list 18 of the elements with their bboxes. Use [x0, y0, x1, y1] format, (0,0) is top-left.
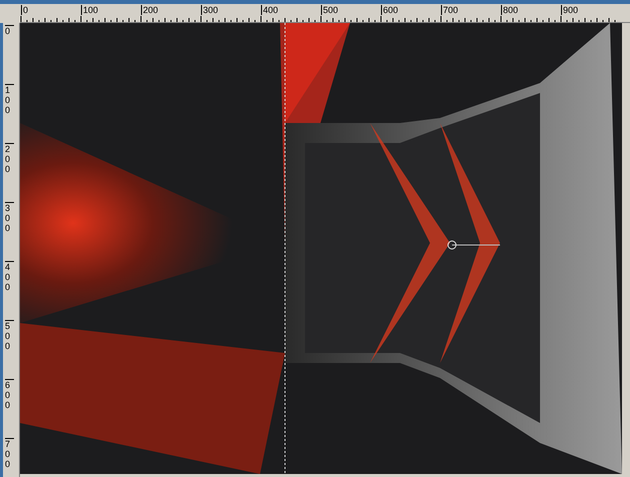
ruler-label: 500: [321, 5, 338, 15]
ruler-label: 300: [201, 5, 218, 15]
ruler-label: 900: [561, 5, 578, 15]
ruler-label: 800: [501, 5, 518, 15]
ruler-label: 700: [5, 438, 14, 469]
ruler-label: 200: [141, 5, 158, 15]
ruler-label: 100: [5, 84, 14, 115]
ruler-label: 500: [5, 320, 14, 351]
ruler-label: 400: [261, 5, 278, 15]
ruler-label: 600: [5, 379, 14, 410]
ruler-label: 0: [21, 5, 28, 15]
ruler-label: 300: [5, 202, 14, 233]
ruler-label: 100: [81, 5, 98, 15]
ruler-label: 600: [381, 5, 398, 15]
ruler-label: 400: [5, 261, 14, 292]
ruler-label: 0: [5, 25, 14, 36]
ruler-label: 200: [5, 143, 14, 174]
ruler-label: 700: [441, 5, 458, 15]
